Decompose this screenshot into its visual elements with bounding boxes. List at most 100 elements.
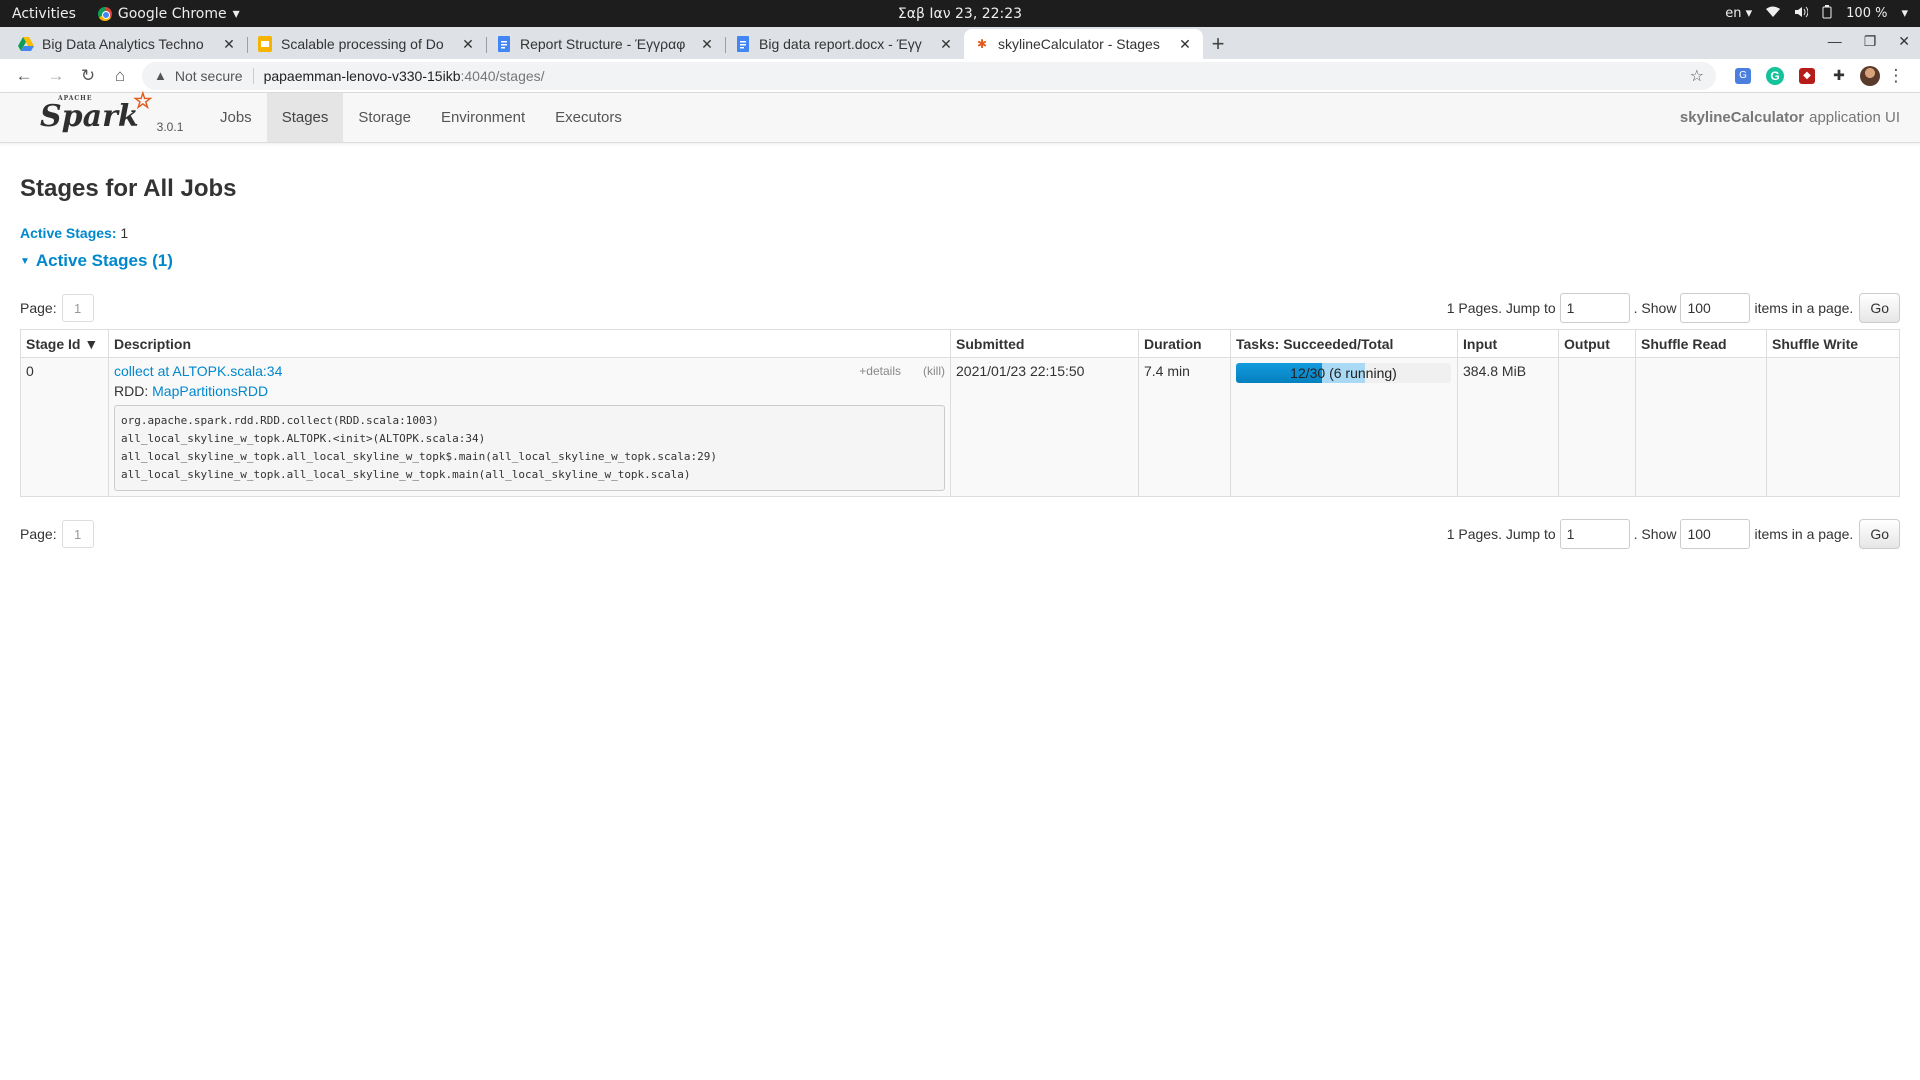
url-path: :4040/stages/ — [460, 67, 545, 84]
stage-stacktrace: org.apache.spark.rdd.RDD.collect(RDD.sca… — [114, 405, 945, 491]
close-icon[interactable]: ✕ — [938, 36, 954, 53]
show-text: . Show — [1633, 526, 1677, 542]
browser-tab-active[interactable]: ✱ skylineCalculator - Stages ✕ — [964, 29, 1203, 59]
pager-top: Page: 1 1 Pages. Jump to . Show items in… — [20, 293, 1900, 323]
rdd-label: RDD: — [114, 383, 149, 399]
nav-storage[interactable]: Storage — [343, 93, 426, 142]
browser-tab[interactable]: Report Structure - Έγγραφ ✕ — [486, 29, 725, 59]
header-input[interactable]: Input — [1457, 329, 1559, 358]
header-description[interactable]: Description — [108, 329, 951, 358]
activities-button[interactable]: Activities — [0, 6, 88, 22]
go-button[interactable]: Go — [1859, 293, 1900, 323]
security-label[interactable]: Not secure — [175, 68, 243, 84]
reload-icon[interactable]: ↻ — [72, 62, 104, 90]
rdd-line: RDD: MapPartitionsRDD — [114, 383, 945, 399]
page-title: Stages for All Jobs — [20, 175, 237, 202]
pages-text: 1 Pages. Jump to — [1446, 300, 1556, 316]
close-icon[interactable]: ✕ — [699, 36, 715, 53]
tasks-progress-label: 12/30 (6 running) — [1290, 365, 1397, 381]
nav-executors[interactable]: Executors — [540, 93, 637, 142]
items-text: items in a page. — [1754, 300, 1854, 316]
kebab-menu-icon[interactable]: ⋮ — [1880, 62, 1912, 90]
address-bar[interactable]: ▲ Not secure papaemman-lenovo-v330-15ikb… — [142, 61, 1716, 90]
google-drive-icon — [18, 36, 34, 52]
page-size-input[interactable] — [1680, 293, 1751, 323]
jump-to-page-input[interactable] — [1559, 293, 1630, 323]
page-number-button[interactable]: 1 — [61, 294, 94, 322]
shield-extension-icon[interactable]: ◆ — [1794, 63, 1820, 89]
stacktrace-line: all_local_skyline_w_topk.ALTOPK.<init>(A… — [121, 432, 486, 445]
battery-icon[interactable] — [1822, 4, 1832, 23]
restore-icon[interactable]: ❐ — [1864, 33, 1877, 50]
shuffle-write-cell — [1766, 357, 1900, 497]
tab-title: Big Data Analytics Techno — [42, 36, 204, 52]
spark-nav-links: Jobs Stages Storage Environment Executor… — [205, 93, 637, 142]
close-icon[interactable]: ✕ — [221, 36, 237, 53]
header-stage-id[interactable]: Stage Id ▼ — [20, 329, 109, 358]
header-submitted[interactable]: Submitted — [950, 329, 1139, 358]
stage-description-link[interactable]: collect at ALTOPK.scala:34 — [114, 363, 282, 379]
volume-icon[interactable] — [1794, 6, 1809, 22]
active-stages-toggle[interactable]: ▼ Active Stages (1) — [20, 251, 1900, 271]
pager-bottom: Page: 1 1 Pages. Jump to . Show items in… — [20, 519, 1900, 549]
spark-logo: APACHE Spark ☆ — [40, 88, 153, 134]
wifi-icon[interactable] — [1766, 6, 1781, 22]
home-icon[interactable]: ⌂ — [104, 62, 136, 90]
app-menu[interactable]: Google Chrome ▾ — [88, 6, 250, 22]
system-menu-chevron-icon[interactable]: ▾ — [1901, 6, 1908, 21]
grammarly-extension-icon[interactable]: G — [1762, 63, 1788, 89]
extensions-puzzle-icon[interactable]: ✚ — [1826, 63, 1852, 89]
page-size-input[interactable] — [1680, 519, 1751, 549]
nav-environment[interactable]: Environment — [426, 93, 540, 142]
page-label: Page: — [20, 526, 57, 542]
application-name: skylineCalculator application UI — [1680, 93, 1920, 142]
browser-tab[interactable]: Scalable processing of Do ✕ — [247, 29, 486, 59]
tab-title: skylineCalculator - Stages — [998, 36, 1160, 52]
browser-tab[interactable]: Big data report.docx - Έγγ ✕ — [725, 29, 964, 59]
spark-version: 3.0.1 — [156, 120, 184, 134]
go-button[interactable]: Go — [1859, 519, 1900, 549]
page-number-button[interactable]: 1 — [61, 520, 94, 548]
items-text: items in a page. — [1754, 526, 1854, 542]
forward-arrow-icon[interactable]: → — [40, 62, 72, 90]
close-icon[interactable]: ✕ — [460, 36, 476, 53]
header-tasks[interactable]: Tasks: Succeeded/Total — [1230, 329, 1458, 358]
table-header-row: Stage Id ▼ Description Submitted Duratio… — [20, 329, 1900, 358]
tab-title: Report Structure - Έγγραφ — [520, 36, 686, 52]
spark-brand[interactable]: APACHE Spark ☆ 3.0.1 — [0, 88, 205, 142]
pager-controls: 1 Pages. Jump to . Show items in a page.… — [1447, 293, 1900, 323]
header-output[interactable]: Output — [1558, 329, 1636, 358]
kill-link[interactable]: (kill) — [923, 364, 945, 378]
duration-cell: 7.4 min — [1138, 357, 1231, 497]
jump-to-page-input[interactable] — [1559, 519, 1630, 549]
active-stages-link[interactable]: Active Stages: — [20, 225, 116, 241]
shuffle-read-cell — [1635, 357, 1767, 497]
rdd-link[interactable]: MapPartitionsRDD — [152, 383, 268, 399]
nav-jobs[interactable]: Jobs — [205, 93, 267, 142]
header-duration[interactable]: Duration — [1138, 329, 1231, 358]
language-indicator[interactable]: en ▾ — [1725, 6, 1752, 21]
clock[interactable]: Σαβ Ιαν 23, 22:23 — [898, 6, 1022, 22]
stacktrace-line: all_local_skyline_w_topk.all_local_skyli… — [121, 450, 718, 463]
browser-tab[interactable]: Big Data Analytics Techno ✕ — [8, 29, 247, 59]
header-shuffle-read[interactable]: Shuffle Read — [1635, 329, 1767, 358]
app-name-suffix: application UI — [1809, 109, 1900, 126]
warning-icon[interactable]: ▲ — [154, 68, 167, 83]
profile-avatar[interactable] — [1860, 65, 1880, 86]
tab-strip: Big Data Analytics Techno ✕ Scalable pro… — [0, 27, 1920, 59]
language-label: en — [1725, 6, 1742, 21]
minimize-icon[interactable]: — — [1828, 33, 1842, 50]
tab-title: Big data report.docx - Έγγ — [759, 36, 922, 52]
translate-extension-icon[interactable]: G — [1730, 63, 1756, 89]
os-top-bar: Activities Google Chrome ▾ Σαβ Ιαν 23, 2… — [0, 0, 1920, 27]
nav-stages[interactable]: Stages — [266, 93, 344, 142]
details-toggle[interactable]: +details — [859, 364, 901, 378]
active-stages-count: 1 — [120, 225, 129, 241]
bookmark-star-icon[interactable]: ☆ — [1690, 66, 1704, 86]
stage-id-cell: 0 — [20, 357, 109, 497]
header-shuffle-write[interactable]: Shuffle Write — [1766, 329, 1900, 358]
close-icon[interactable]: ✕ — [1177, 36, 1193, 53]
close-window-icon[interactable]: ✕ — [1898, 33, 1910, 50]
new-tab-button[interactable]: + — [1203, 29, 1233, 59]
back-arrow-icon[interactable]: ← — [8, 62, 40, 90]
